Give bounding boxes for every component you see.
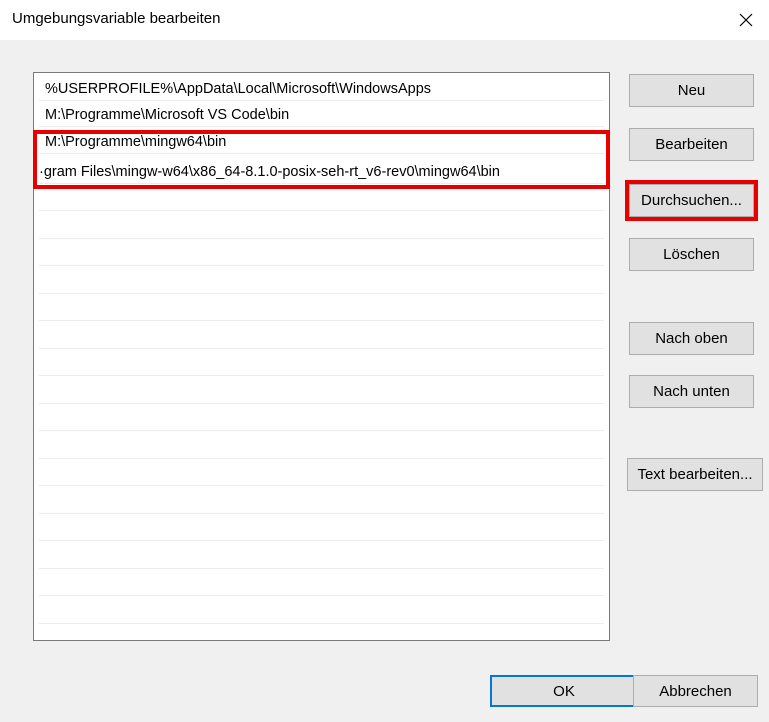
list-item-empty[interactable] <box>39 242 604 266</box>
list-item-empty[interactable] <box>39 572 604 596</box>
list-item-empty[interactable] <box>39 462 604 486</box>
list-item-empty[interactable] <box>39 187 604 211</box>
close-button[interactable] <box>724 2 768 38</box>
list-item-empty[interactable] <box>39 215 604 239</box>
edit-text-button[interactable]: Text bearbeiten... <box>627 458 763 491</box>
dialog-title: Umgebungsvariable bearbeiten <box>12 10 221 27</box>
move-down-button[interactable]: Nach unten <box>629 375 754 408</box>
list-item-empty[interactable] <box>39 270 604 294</box>
list-item-empty[interactable] <box>39 517 604 541</box>
list-item[interactable]: %USERPROFILE%\AppData\Local\Microsoft\Wi… <box>39 77 604 101</box>
browse-button[interactable]: Durchsuchen... <box>629 184 754 217</box>
list-item-empty[interactable] <box>39 600 604 624</box>
list-item-empty[interactable] <box>39 545 604 569</box>
list-item-empty[interactable] <box>39 407 604 431</box>
list-item-empty[interactable] <box>39 297 604 321</box>
ok-button[interactable]: OK <box>490 675 638 707</box>
new-button[interactable]: Neu <box>629 74 754 107</box>
list-item[interactable]: M:\Programme\mingw64\bin <box>39 130 604 154</box>
close-icon <box>739 13 753 27</box>
edit-button[interactable]: Bearbeiten <box>629 128 754 161</box>
move-up-button[interactable]: Nach oben <box>629 322 754 355</box>
list-item[interactable]: ·gram Files\mingw-w64\x86_64-8.1.0-posix… <box>39 160 604 184</box>
list-item-empty[interactable] <box>39 380 604 404</box>
path-list[interactable]: %USERPROFILE%\AppData\Local\Microsoft\Wi… <box>33 72 610 641</box>
title-bar: Umgebungsvariable bearbeiten <box>0 0 769 40</box>
list-item[interactable]: M:\Programme\Microsoft VS Code\bin <box>39 103 604 127</box>
cancel-button[interactable]: Abbrechen <box>633 675 758 707</box>
delete-button[interactable]: Löschen <box>629 238 754 271</box>
list-item-empty[interactable] <box>39 435 604 459</box>
list-item-empty[interactable] <box>39 490 604 514</box>
list-item-empty[interactable] <box>39 352 604 376</box>
list-item-empty[interactable] <box>39 325 604 349</box>
